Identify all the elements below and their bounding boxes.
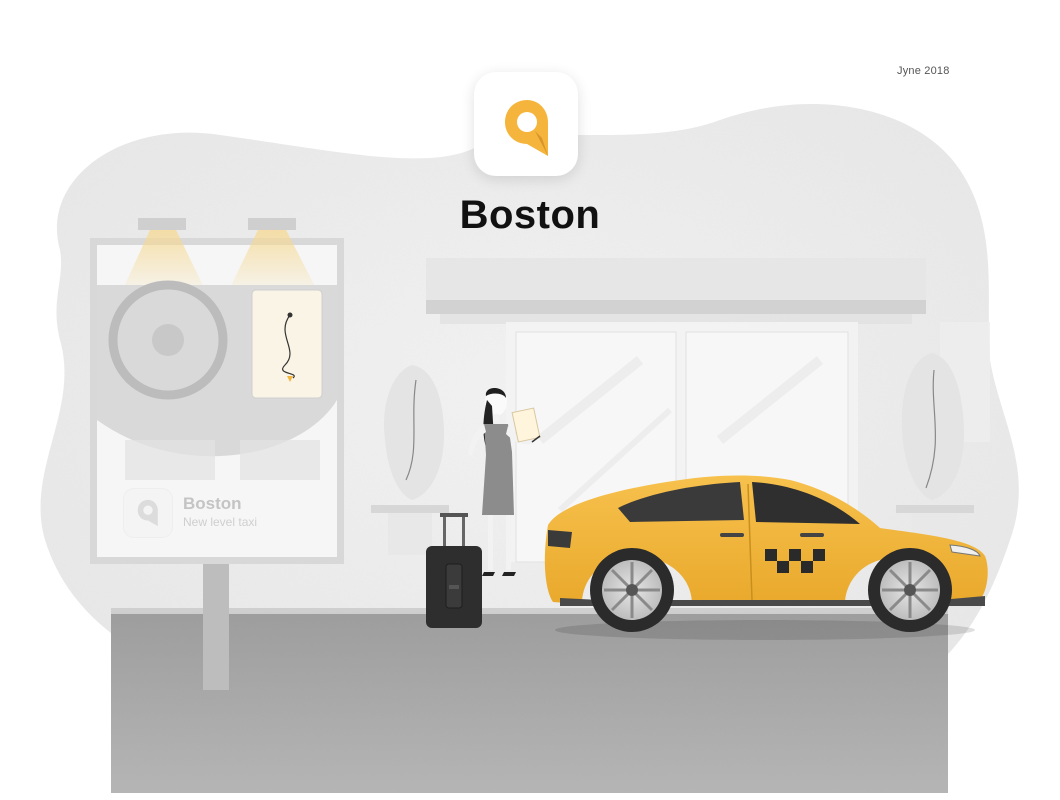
app-title: Boston <box>459 193 601 237</box>
app-logo-tile <box>474 72 578 176</box>
map-pin-logo-icon <box>505 100 548 156</box>
wheel-front <box>868 548 952 632</box>
billboard-logo-tile <box>123 488 173 538</box>
billboard-tagline: New level taxi <box>183 515 258 529</box>
billboard-brand-name: Boston <box>183 494 242 513</box>
building-canopy <box>426 258 926 324</box>
date-label: Jyne 2018 <box>897 65 950 77</box>
wheel-rear <box>590 548 674 632</box>
map-pin-logo-icon <box>137 499 158 527</box>
